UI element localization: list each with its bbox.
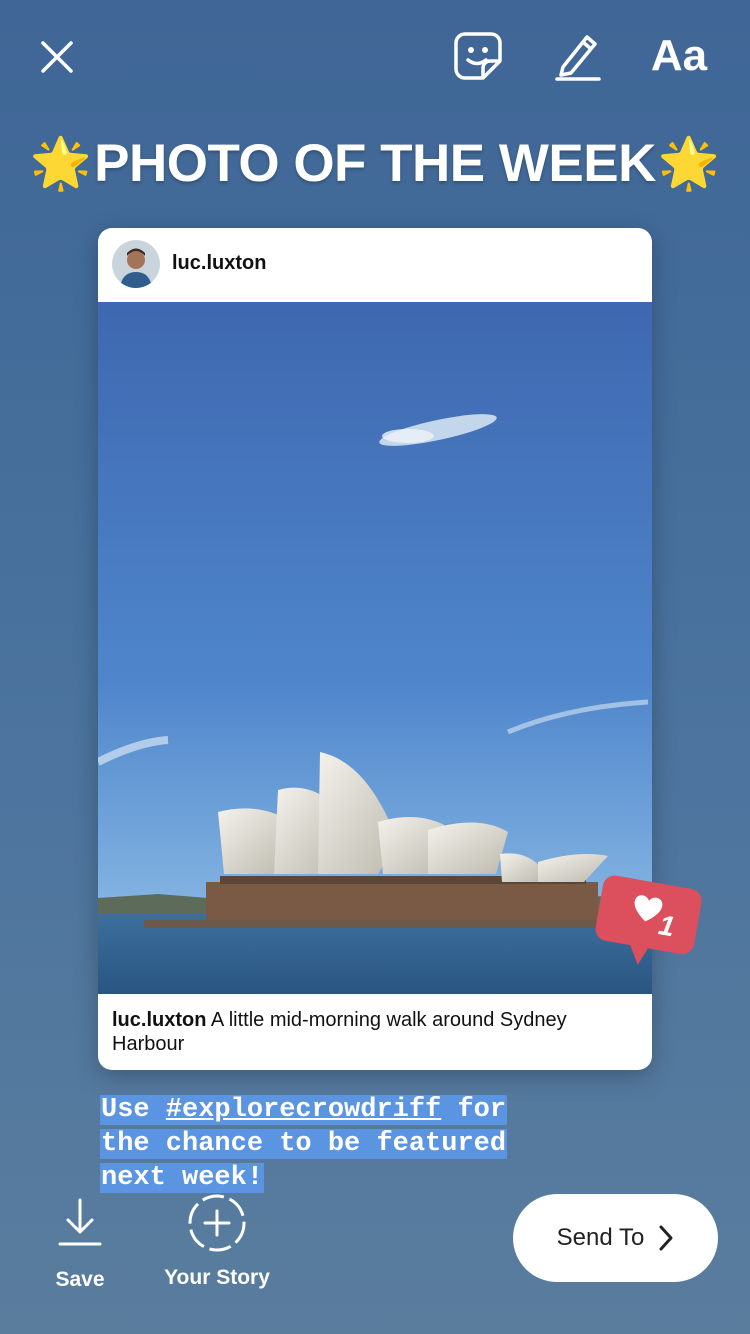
glowing-star-icon: 🌟 [657, 135, 721, 191]
your-story-label: Your Story [164, 1266, 270, 1289]
post-photo-sydney-opera-house [98, 302, 652, 994]
overlay-text-prefix: Use [101, 1095, 166, 1125]
post-header: luc.luxton [98, 228, 652, 302]
avatar [112, 240, 160, 288]
headline-title: PHOTO OF THE WEEK [94, 133, 656, 193]
overlay-text-suffix: for [441, 1095, 507, 1125]
close-icon[interactable] [30, 30, 84, 84]
post-card[interactable]: luc.luxton luc.luxton A little mid-morni… [98, 228, 652, 1070]
download-icon [58, 1198, 102, 1246]
post-username: luc.luxton [172, 252, 267, 274]
chevron-right-icon [659, 1225, 673, 1251]
your-story-button[interactable]: Your Story [152, 1192, 282, 1290]
headline-sticker[interactable]: 🌟 PHOTO OF THE WEEK 🌟 [0, 128, 750, 198]
post-caption: luc.luxton A little mid-morning walk aro… [112, 1008, 632, 1056]
sticker-icon[interactable] [450, 28, 506, 84]
overlay-text-line2: the chance to be featured [100, 1129, 508, 1159]
overlay-text-line3: next week! [100, 1163, 265, 1193]
story-editor-toolbar: Aa [0, 0, 750, 112]
glowing-star-icon: 🌟 [29, 135, 93, 191]
add-story-icon [188, 1194, 246, 1252]
hashtag-link[interactable]: #explorecrowdriff [166, 1095, 441, 1125]
text-tool-button[interactable]: Aa [644, 28, 714, 84]
overlay-text[interactable]: Use #explorecrowdriff for the chance to … [100, 1093, 508, 1195]
save-button[interactable]: Save [40, 1196, 120, 1292]
pen-icon[interactable] [552, 28, 604, 84]
caption-username: luc.luxton [112, 1009, 207, 1031]
like-count-sticker[interactable]: 1 [590, 868, 708, 974]
save-label: Save [55, 1268, 105, 1291]
send-to-label: Send To [556, 1224, 645, 1251]
send-to-button[interactable]: Send To [513, 1194, 718, 1282]
